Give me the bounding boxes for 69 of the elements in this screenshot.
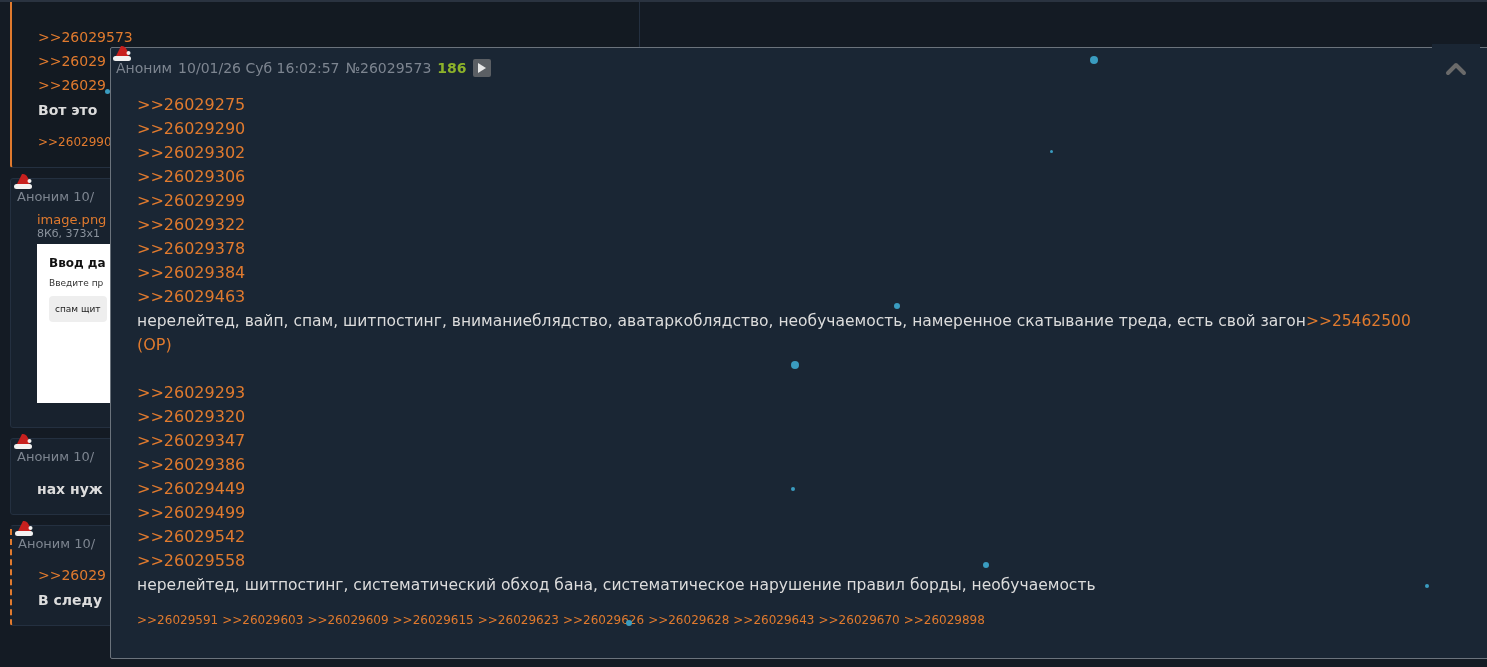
reply-link[interactable]: >>26029591 xyxy=(137,613,219,627)
reply-link[interactable]: >>26029643 xyxy=(733,613,815,627)
reply-link[interactable]: >>26029299 xyxy=(137,189,246,213)
reply-link[interactable]: >>26029320 xyxy=(137,405,246,429)
reply-link[interactable]: >>25462500 xyxy=(1305,312,1411,330)
reply-link[interactable]: >>26029386 xyxy=(137,453,246,477)
reply-link[interactable]: >>26029449 xyxy=(137,477,246,501)
play-icon xyxy=(476,62,487,74)
post-date: 10/ xyxy=(73,189,95,204)
op-mark: (OP) xyxy=(137,334,172,356)
reply-link[interactable]: >>26029670 xyxy=(818,613,900,627)
snowflake xyxy=(983,562,989,568)
snowflake xyxy=(626,620,632,626)
reply-link[interactable]: >>26029306 xyxy=(137,165,246,189)
reply-link[interactable]: >>26029 xyxy=(38,73,106,97)
reply-link[interactable]: >>26029499 xyxy=(137,501,246,525)
post-text: нерелейтед, вайп, спам, шитпостинг, вниманиеблядство, аватаркоблядство, необучаемость, намеренное скатывание треда, есть свой загон xyxy=(137,312,1306,330)
snowflake xyxy=(791,361,799,369)
author-name: Аноним xyxy=(116,60,173,76)
reply-link[interactable]: >>26029290 xyxy=(137,117,246,141)
file-info: 8Кб, 373x1 xyxy=(37,227,102,240)
reply-link[interactable]: >>26029558 xyxy=(137,549,246,573)
post-number[interactable]: №26029573 xyxy=(345,60,432,76)
santa-hat-icon xyxy=(13,172,33,190)
post-text: нах нуж xyxy=(37,480,103,499)
reply-link[interactable]: >>26029542 xyxy=(137,525,246,549)
reply-link[interactable]: >>26029603 xyxy=(222,613,304,627)
reply-link[interactable]: >>26029628 xyxy=(648,613,730,627)
play-button[interactable] xyxy=(472,59,491,77)
reply-link[interactable]: >>26029463 xyxy=(137,285,246,309)
reply-link[interactable]: >>26029898 xyxy=(903,613,985,627)
author-name: Аноним xyxy=(17,189,70,204)
santa-hat-icon xyxy=(14,519,34,537)
thumbnail-field: спам щит xyxy=(49,296,107,322)
santa-hat-icon xyxy=(112,44,132,62)
reply-link[interactable]: >>2602990 xyxy=(38,135,112,149)
author-name: Аноним xyxy=(17,449,70,464)
reply-link[interactable]: >>26029615 xyxy=(392,613,474,627)
thumbnail-hint: Введите пр xyxy=(49,278,104,288)
reply-link[interactable]: >>26029293 xyxy=(137,381,246,405)
santa-hat-icon xyxy=(13,432,33,450)
reply-link[interactable]: >>26029 xyxy=(38,563,106,587)
reply-link[interactable]: >>26029609 xyxy=(307,613,389,627)
reply-link[interactable]: >>26029302 xyxy=(137,141,246,165)
reply-link[interactable]: >>26029 xyxy=(38,49,106,73)
post-date: 10/01/26 Суб 16:02:57 xyxy=(178,60,340,76)
snowflake xyxy=(1049,149,1053,153)
reply-link[interactable]: >>26029347 xyxy=(137,429,246,453)
reply-link[interactable]: >>26029322 xyxy=(137,213,246,237)
reply-link[interactable]: >>26029275 xyxy=(137,93,246,117)
snowflake xyxy=(791,487,795,491)
snowflake xyxy=(1090,56,1098,64)
snowflake xyxy=(104,88,110,94)
post-text: Вот это xyxy=(38,101,98,120)
post-date: 10/ xyxy=(73,449,95,464)
snowflake xyxy=(1425,584,1429,588)
reply-link[interactable]: >>26029573 xyxy=(38,25,133,49)
reply-link[interactable]: >>26029384 xyxy=(137,261,246,285)
post-text: нерелейтед, шитпостинг, систематический обход бана, систематическое нарушение правил борды, необучаемость xyxy=(137,576,1096,594)
post-text: В следу xyxy=(38,591,103,610)
thumbnail-title: Ввод да xyxy=(49,256,106,270)
snowflake xyxy=(894,303,900,309)
author-name: Аноним xyxy=(18,536,71,551)
reply-link[interactable]: >>26029378 xyxy=(137,237,246,261)
post-date: 10/ xyxy=(74,536,96,551)
reply-link[interactable]: >>26029623 xyxy=(477,613,559,627)
post-count: 186 xyxy=(437,60,467,76)
reply-link[interactable]: >>26029626 xyxy=(562,613,645,627)
chevron-up-icon xyxy=(1445,62,1467,76)
